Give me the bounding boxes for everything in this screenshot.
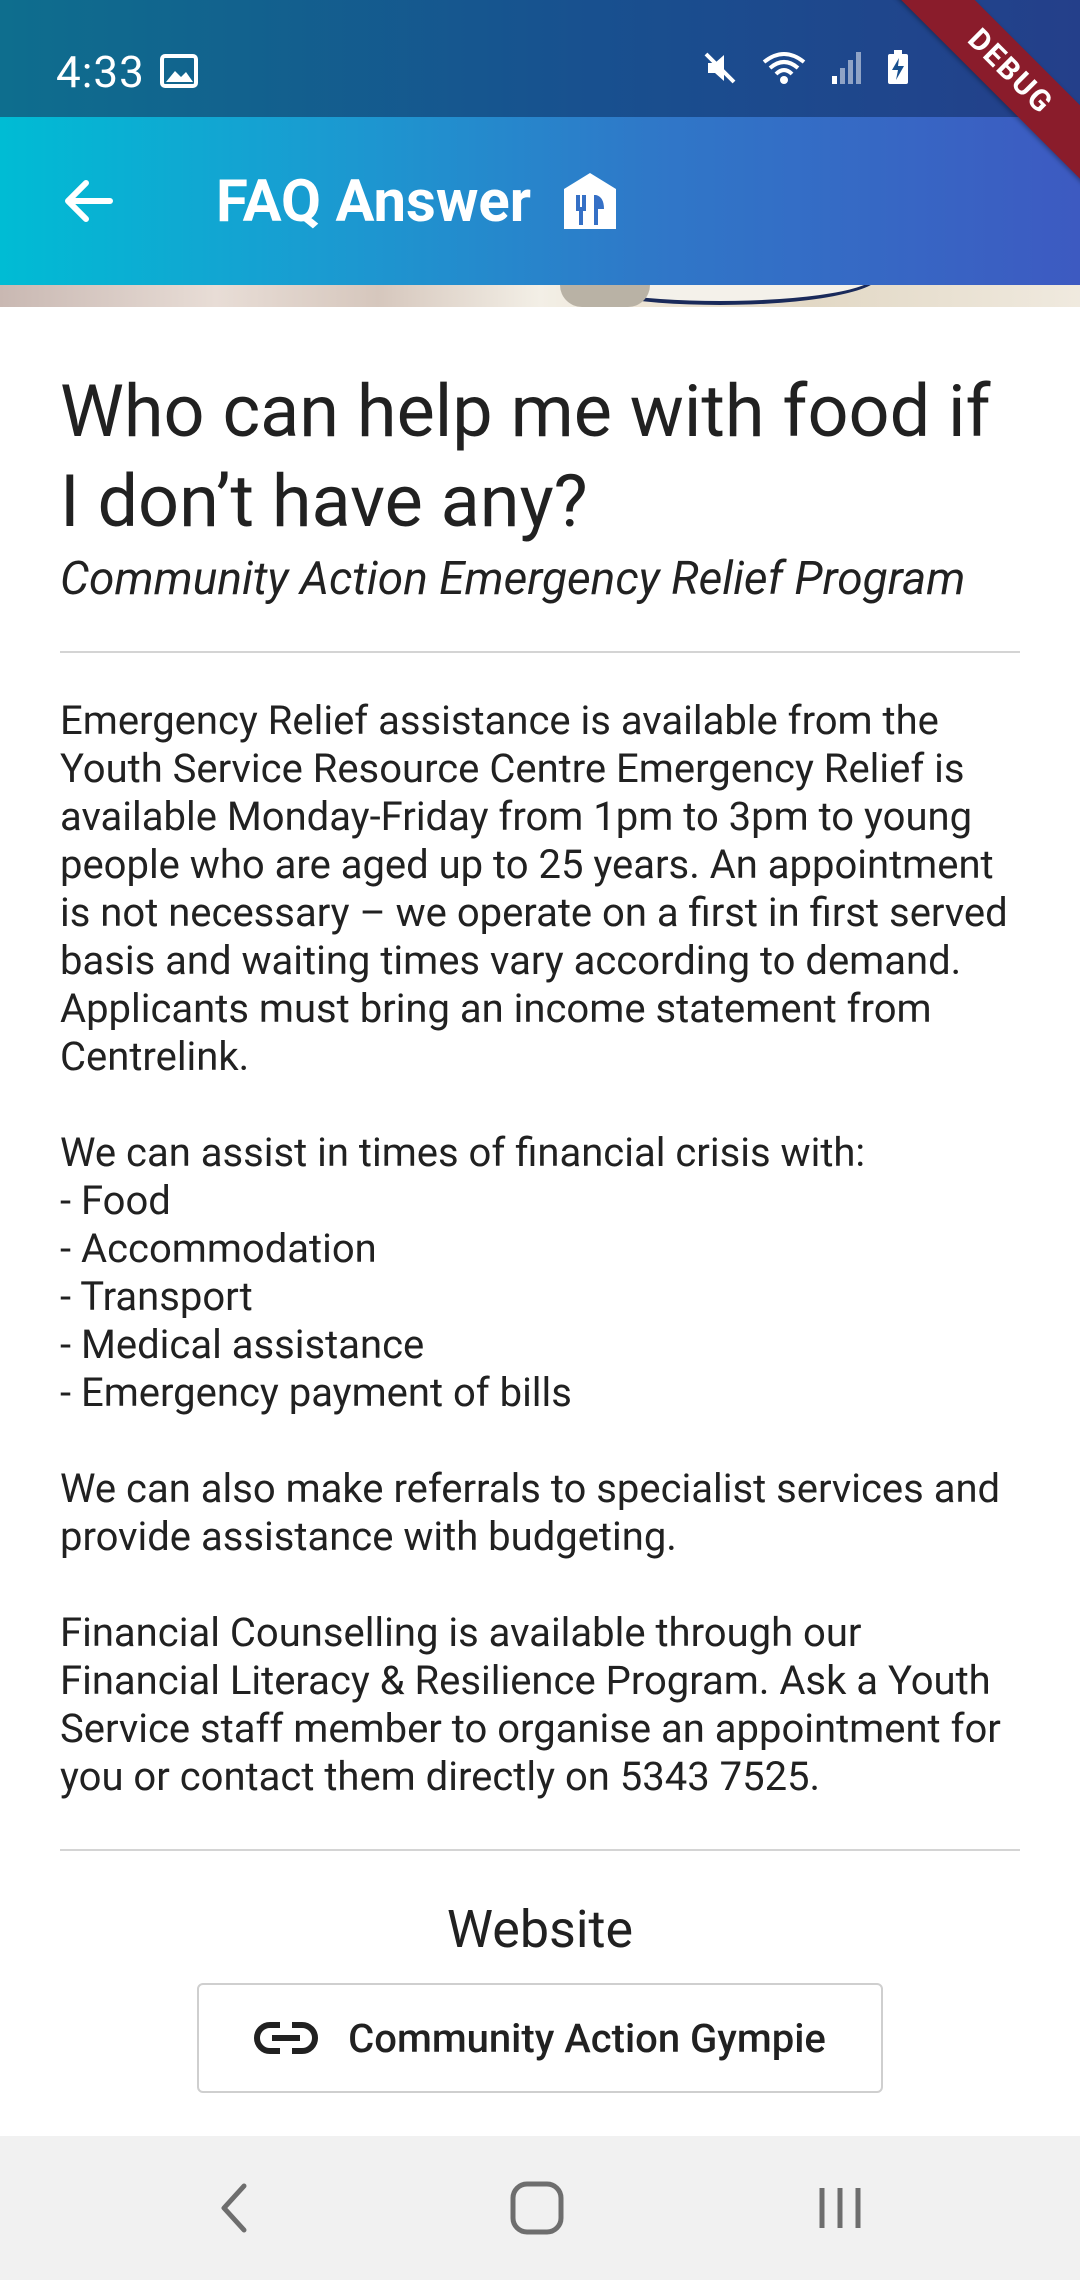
system-nav-bar: [0, 2136, 1080, 2280]
answer-paragraph: Emergency Relief assistance is available…: [60, 697, 1008, 1080]
divider: [60, 1849, 1020, 1851]
home-nav-icon: [510, 2181, 564, 2235]
image-icon: [160, 54, 198, 88]
link-icon: [254, 2022, 319, 2054]
list-item: - Accommodation: [60, 1225, 377, 1272]
answer-paragraph: Financial Counselling is available throu…: [60, 1609, 1001, 1800]
answer-paragraph: We can also make referrals to specialist…: [60, 1465, 1001, 1560]
faq-answer: Emergency Relief assistance is available…: [60, 697, 1020, 1801]
faq-content: Who can help me with food if I don’t hav…: [60, 307, 1020, 2093]
website-heading: Website: [446, 1899, 634, 1960]
hero-image: [0, 285, 1080, 307]
list-item: - Emergency payment of bills: [60, 1369, 572, 1416]
nav-home-button[interactable]: [497, 2172, 577, 2244]
list-intro: We can assist in times of financial cris…: [60, 1129, 866, 1176]
page-title: FAQ Answer: [216, 168, 531, 236]
status-icons: [702, 50, 910, 86]
hero-bowl: [560, 285, 650, 307]
back-button[interactable]: [50, 163, 126, 239]
status-time: 4:33: [56, 46, 145, 98]
list-item: - Transport: [60, 1273, 253, 1320]
nav-back-button[interactable]: [194, 2172, 274, 2244]
store-icon: [564, 173, 616, 229]
list-item: - Food: [60, 1177, 171, 1224]
list-item: - Medical assistance: [60, 1321, 425, 1368]
divider: [60, 651, 1020, 653]
arrow-left-icon: [65, 180, 113, 222]
back-nav-icon: [221, 2183, 247, 2233]
faq-question: Who can help me with food if I don’t hav…: [60, 369, 991, 544]
website-link-text: Community Action Gympie: [348, 2014, 826, 2062]
website-link-button[interactable]: Community Action Gympie: [197, 1983, 883, 2093]
recents-nav-icon: [819, 2188, 861, 2228]
wifi-icon: [762, 52, 806, 84]
app-bar: FAQ Answer: [0, 117, 1080, 285]
organization-name: Community Action Emergency Relief Progra…: [60, 552, 966, 606]
nav-recents-button[interactable]: [800, 2172, 880, 2244]
mute-icon: [704, 52, 736, 84]
battery-charging-icon: [888, 50, 908, 84]
signal-icon: [832, 52, 861, 84]
